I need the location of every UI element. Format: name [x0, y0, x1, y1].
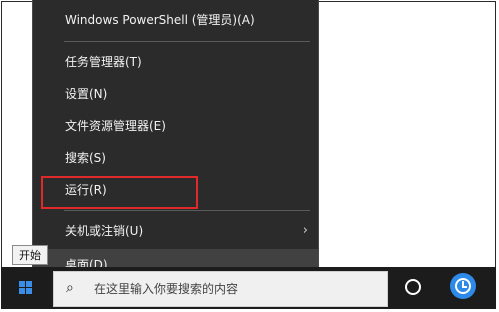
menu-item-settings[interactable]: 设置(N) [33, 78, 318, 110]
menu-item-label: 任务管理器(T) [65, 55, 142, 69]
start-context-menu: Windows PowerShell (管理员)(A) 任务管理器(T) 设置(… [32, 0, 319, 285]
menu-item-label: 搜索(S) [65, 151, 106, 165]
taskbar-search-box[interactable]: ⌕ 在这里输入你要搜索的内容 [53, 271, 388, 307]
menu-separator [64, 41, 310, 42]
cortana-icon[interactable] [405, 279, 421, 295]
menu-item-powershell-admin[interactable]: Windows PowerShell (管理员)(A) [33, 4, 318, 36]
menu-item-shutdown-signout[interactable]: 关机或注销(U) › [33, 215, 318, 247]
search-placeholder: 在这里输入你要搜索的内容 [94, 282, 239, 296]
menu-item-search[interactable]: 搜索(S) [33, 142, 318, 174]
clock-icon[interactable] [450, 273, 476, 299]
taskbar: ⌕ 在这里输入你要搜索的内容 [1, 267, 496, 309]
menu-item-file-explorer[interactable]: 文件资源管理器(E) [33, 110, 318, 142]
menu-separator [64, 210, 310, 211]
run-highlight-annotation [41, 176, 198, 209]
menu-item-label: 设置(N) [65, 87, 108, 101]
menu-item-label: 文件资源管理器(E) [65, 119, 166, 133]
search-icon: ⌕ [66, 280, 74, 296]
menu-item-label: 关机或注销(U) [65, 224, 144, 238]
windows-logo-icon [19, 281, 32, 294]
chevron-right-icon: › [302, 223, 308, 238]
start-tooltip: 开始 [12, 245, 48, 265]
menu-item-task-manager[interactable]: 任务管理器(T) [33, 46, 318, 78]
start-button[interactable] [1, 267, 47, 309]
menu-item-label: Windows PowerShell (管理员)(A) [65, 13, 255, 27]
